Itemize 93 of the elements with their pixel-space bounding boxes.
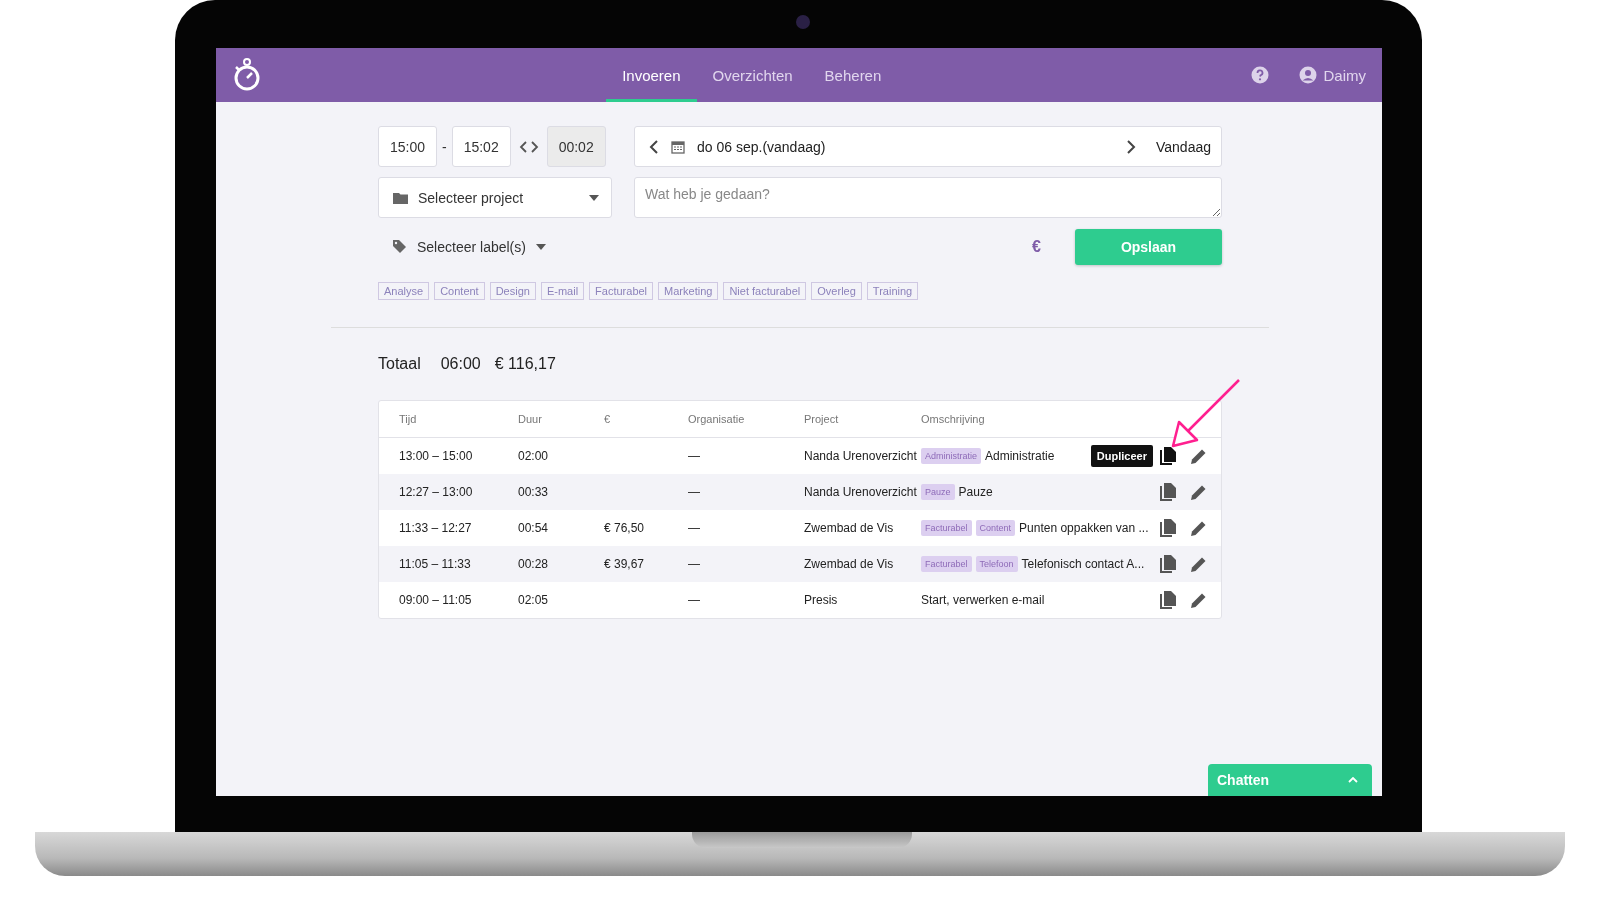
pencil-icon[interactable] (1191, 592, 1207, 608)
chevron-left-icon[interactable] (649, 139, 659, 154)
description-cell: Pauze (958, 485, 993, 499)
project-cell-text: Nanda Urenoverzicht (804, 485, 918, 499)
pencil-icon[interactable] (1191, 520, 1207, 536)
label-chip[interactable]: Training (866, 282, 919, 300)
time-separator: - (442, 138, 447, 155)
label-chip[interactable]: Marketing (658, 282, 719, 300)
project-cell-text: Presis (804, 593, 839, 607)
project-select-label: Selecteer project (418, 189, 525, 206)
column-header: € (604, 413, 612, 425)
user-icon (1299, 66, 1318, 84)
label-chip[interactable]: Design (489, 282, 536, 300)
chat-button[interactable]: Chatten (1208, 764, 1372, 796)
column-header: Omschrijving (921, 413, 986, 425)
camera-dot (796, 15, 810, 29)
total-amount: € 116,17 (494, 355, 556, 373)
time-cell-text: 11:05 – 11:33 (399, 557, 472, 571)
chevron-right-icon[interactable] (1126, 139, 1136, 154)
duration-cell-text: 00:28 (518, 557, 550, 571)
organisation-cell-text: — (688, 485, 701, 499)
row-tag: Facturabel (921, 556, 972, 572)
total-label: Totaal (378, 355, 421, 373)
column-header: Duur (518, 413, 543, 425)
label-chip[interactable]: Analyse (378, 282, 430, 300)
column-header: Tijd (399, 413, 418, 425)
label-chip[interactable]: Facturabel (589, 282, 654, 300)
description-field[interactable]: Wat heb je gedaan? (634, 177, 1222, 218)
folder-icon (393, 191, 408, 204)
copy-icon[interactable] (1160, 555, 1177, 573)
organisation-cell-text: — (688, 557, 701, 571)
duration-cell-text: 02:00 (518, 449, 550, 463)
row-tag: Content (975, 520, 1016, 536)
amount-cell: € 76,50 (604, 521, 645, 535)
nav-tab[interactable]: Overzichten (696, 48, 809, 102)
project-select[interactable]: Selecteer project (378, 177, 612, 218)
time-cell-text: 12:27 – 13:00 (399, 485, 474, 499)
amount-cell: € 39,67 (604, 557, 645, 571)
caret-icon (535, 243, 546, 250)
copy-icon[interactable] (1160, 519, 1177, 537)
tag-icon (392, 239, 407, 254)
project-cell-text: Zwembad de Vis (804, 557, 895, 571)
time-cell-text: 11:33 – 12:27 (399, 521, 473, 535)
pencil-icon[interactable] (1191, 484, 1207, 500)
column-header: Project (804, 413, 840, 425)
start-time-field[interactable]: 15:00 (378, 126, 437, 167)
duration-cell-text: 00:33 (518, 485, 550, 499)
date-label: do 06 sep.(vandaag) (697, 138, 827, 155)
project-cell-text: Zwembad de Vis (804, 521, 895, 535)
end-time-field[interactable]: 15:02 (451, 126, 511, 167)
pencil-icon[interactable] (1191, 556, 1207, 572)
description-cell: Administratie (985, 449, 1055, 463)
caret-icon (589, 194, 599, 201)
currency-toggle[interactable]: € (1032, 237, 1041, 256)
organisation-cell-text: — (688, 449, 701, 463)
tooltip: Dupliceer (1090, 445, 1153, 467)
label-chip[interactable]: Niet facturabel (723, 282, 807, 300)
time-cell-text: 09:00 – 11:05 (399, 593, 473, 607)
time-cell-text: 13:00 – 15:00 (399, 449, 474, 463)
duration-cell-text: 02:05 (518, 593, 550, 607)
duration-field[interactable]: 00:02 (546, 126, 606, 167)
label-chip[interactable]: E-mail (540, 282, 585, 300)
total-duration: 06:00 (440, 355, 481, 373)
nav-tab[interactable]: Invoeren (606, 48, 697, 102)
today-button[interactable]: Vandaag (1156, 138, 1211, 155)
help-icon[interactable] (1251, 66, 1270, 84)
nav-tab[interactable]: Beheren (808, 48, 898, 102)
description-cell: Telefonisch contact A... (1021, 557, 1145, 571)
stopwatch-icon (232, 58, 262, 92)
row-tag: Pauze (921, 484, 955, 500)
copy-icon[interactable] (1160, 483, 1177, 501)
pencil-icon[interactable] (1191, 448, 1207, 464)
copy-icon[interactable] (1160, 591, 1177, 609)
calendar-icon (671, 139, 685, 154)
copy-icon[interactable] (1160, 447, 1177, 465)
chevron-up-icon (1348, 777, 1358, 783)
duration-cell-text: 00:54 (518, 521, 550, 535)
label-select[interactable]: Selecteer label(s) (378, 238, 612, 255)
project-cell-text: Nanda Urenoverzicht (804, 449, 918, 463)
organisation-cell-text: — (688, 521, 701, 535)
description-cell: Start, verwerken e-mail (921, 593, 1045, 607)
organisation-cell-text: — (688, 593, 701, 607)
label-chip[interactable]: Overleg (811, 282, 862, 300)
row-tag: Administratie (921, 448, 982, 464)
swap-icon[interactable] (518, 140, 539, 153)
description-cell: Punten oppakken van ... (1019, 521, 1149, 535)
label-select-text: Selecteer label(s) (417, 238, 526, 255)
label-chip[interactable]: Content (434, 282, 485, 300)
row-tag: Facturabel (921, 520, 972, 536)
column-header: Organisatie (688, 413, 746, 425)
save-button[interactable]: Opslaan (1075, 228, 1222, 265)
row-tag: Telefoon (975, 556, 1018, 572)
user-menu[interactable]: Daimy (1299, 66, 1366, 84)
